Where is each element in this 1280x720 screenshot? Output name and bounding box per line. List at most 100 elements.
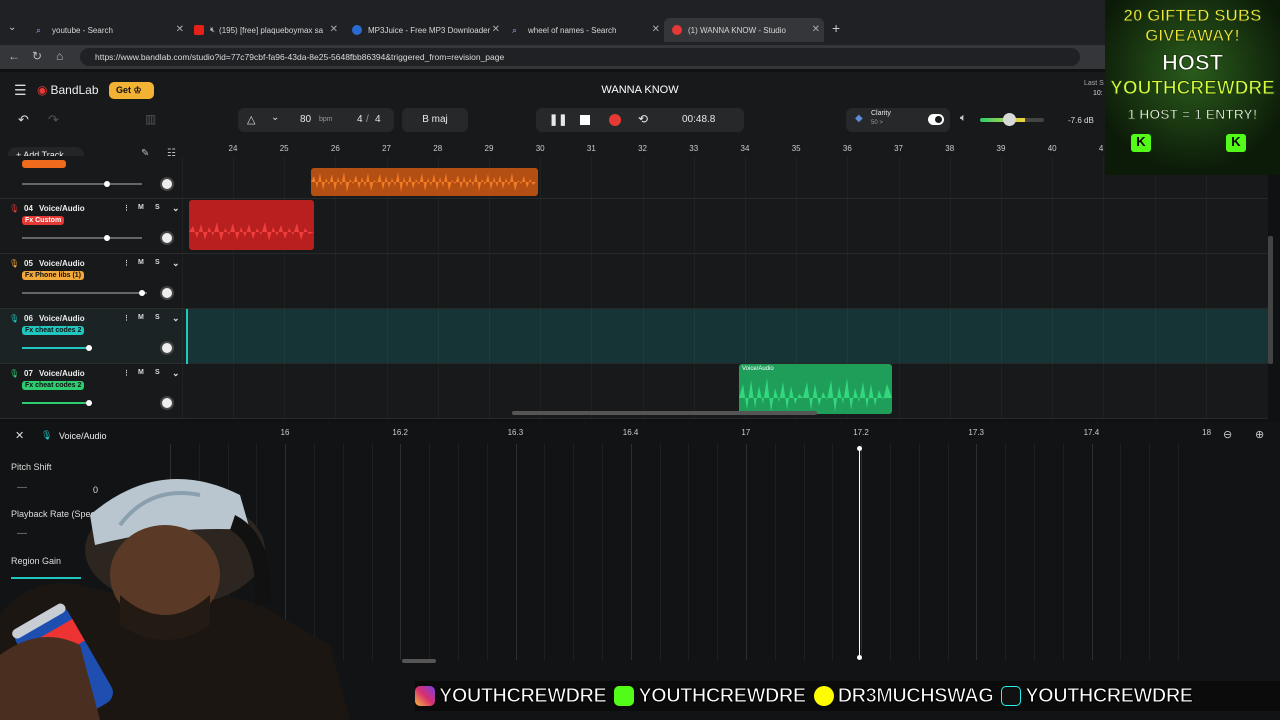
timeline-scrollbar[interactable]: [512, 411, 817, 415]
home-icon[interactable]: ⌂: [56, 49, 63, 63]
track-header-07[interactable]: 🎙︎ 07 Voice/Audio Fx cheat codes 2 ⋮ M S…: [0, 364, 188, 419]
fx-badge[interactable]: Fx Phone libs (1): [22, 271, 85, 280]
loop-icon[interactable]: ⟲: [638, 112, 648, 126]
vertical-scrollbar[interactable]: [1268, 236, 1273, 364]
metronome-icon[interactable]: △: [247, 113, 255, 126]
audio-region[interactable]: [189, 200, 314, 250]
tab-list-menu-icon[interactable]: ⌄: [8, 22, 16, 33]
bpm-value[interactable]: 80: [300, 114, 311, 125]
volume-fader[interactable]: [22, 347, 92, 349]
mute-button[interactable]: M: [138, 259, 144, 266]
key-button[interactable]: B maj: [402, 108, 468, 132]
fader-thumb[interactable]: [104, 235, 110, 241]
volume-fader[interactable]: [22, 183, 142, 185]
browser-tab-1[interactable]: ⌕ youtube - Search ✕: [28, 18, 188, 42]
playhead[interactable]: [859, 448, 860, 658]
playhead-bottom-marker[interactable]: [857, 655, 862, 660]
close-editor-icon[interactable]: ✕: [15, 429, 24, 442]
track-more-icon[interactable]: ⋮: [123, 314, 130, 322]
fx-badge[interactable]: Fx cheat codes 2: [22, 326, 85, 335]
clarity-label[interactable]: Clarity: [871, 110, 891, 117]
editor-ruler[interactable]: 16 16.2 16.3 16.4 17 17.2 17.3 17.4 18: [190, 424, 1220, 442]
back-icon[interactable]: ←: [8, 49, 20, 63]
editor-scrollbar[interactable]: [402, 659, 436, 663]
speaker-muted-icon[interactable]: 🔈︎: [960, 112, 967, 125]
reload-icon[interactable]: ↻: [32, 49, 42, 63]
mute-button[interactable]: M: [138, 369, 144, 376]
pause-icon[interactable]: ❚❚: [549, 113, 567, 126]
lane-gridline: [1103, 364, 1105, 418]
fx-badge-partial: [22, 160, 66, 168]
volume-fader[interactable]: [22, 237, 142, 239]
chevron-down-icon[interactable]: ⌄: [172, 368, 180, 379]
solo-button[interactable]: S: [155, 369, 160, 376]
track-more-icon[interactable]: ⋮: [123, 259, 130, 267]
close-tab-icon[interactable]: ✕: [812, 24, 820, 35]
redo-icon[interactable]: ↷: [48, 112, 59, 128]
audio-region[interactable]: Voice/Audio: [739, 364, 892, 414]
volume-fader[interactable]: [22, 402, 90, 404]
track-header-05[interactable]: 🎙︎ 05 Voice/Audio Fx Phone libs (1) ⋮ M …: [0, 254, 188, 309]
track-header-06[interactable]: 🎙︎ 06 Voice/Audio Fx cheat codes 2 ⋮ M S…: [0, 309, 188, 364]
muted-speaker-icon[interactable]: 🔇︎: [210, 25, 215, 35]
solo-button[interactable]: S: [155, 314, 160, 321]
chevron-down-icon[interactable]: ⌄: [172, 313, 180, 324]
track-type[interactable]: Voice/Audio: [39, 314, 85, 323]
fx-badge[interactable]: Fx Custom: [22, 216, 65, 225]
clarity-toggle[interactable]: [928, 114, 944, 125]
mixer-icon[interactable]: ▥: [145, 112, 156, 126]
browser-tab-3[interactable]: MP3Juice - Free MP3 Downloader ✕: [344, 18, 504, 42]
zoom-in-icon[interactable]: ⊕: [1255, 428, 1264, 441]
mute-button[interactable]: M: [138, 204, 144, 211]
pan-knob[interactable]: [160, 396, 174, 410]
close-tab-icon[interactable]: ✕: [652, 24, 660, 35]
master-volume-thumb[interactable]: [1003, 113, 1016, 126]
pan-knob[interactable]: [160, 177, 174, 191]
stop-icon[interactable]: [580, 115, 590, 125]
audio-region[interactable]: [311, 168, 538, 196]
lane-gridline: [1154, 199, 1156, 253]
chevron-down-icon[interactable]: ⌄: [172, 203, 180, 214]
pan-knob[interactable]: [160, 341, 174, 355]
record-icon[interactable]: [609, 114, 621, 126]
track-type[interactable]: Voice/Audio: [39, 204, 85, 213]
fx-badge[interactable]: Fx cheat codes 2: [22, 381, 85, 390]
metronome-dropdown-icon[interactable]: ⌄: [271, 112, 279, 123]
volume-fader[interactable]: [22, 292, 147, 294]
close-tab-icon[interactable]: ✕: [176, 24, 184, 35]
url-field[interactable]: https://www.bandlab.com/studio?id=77c79c…: [80, 48, 1080, 66]
pan-knob[interactable]: [160, 286, 174, 300]
track-type[interactable]: Voice/Audio: [39, 259, 85, 268]
close-tab-icon[interactable]: ✕: [330, 24, 338, 35]
new-tab-icon[interactable]: +: [832, 20, 840, 36]
undo-icon[interactable]: ↶: [18, 112, 29, 128]
playhead-top-marker[interactable]: [857, 446, 862, 451]
fader-thumb[interactable]: [139, 290, 145, 296]
track-lane-05[interactable]: [181, 254, 1268, 309]
browser-tab-2[interactable]: 🔇︎ (195) [free] plaqueboymax sa ✕: [186, 18, 342, 42]
chevron-down-icon[interactable]: ⌄: [172, 258, 180, 269]
track-lane-06[interactable]: [181, 309, 1268, 364]
fader-thumb[interactable]: [86, 345, 92, 351]
mute-button[interactable]: M: [138, 314, 144, 321]
solo-button[interactable]: S: [155, 259, 160, 266]
track-header-04[interactable]: 🎙︎ 04 Voice/Audio Fx Custom ⋮ M S ⌄: [0, 199, 188, 254]
track-more-icon[interactable]: ⋮: [123, 369, 130, 377]
track-type[interactable]: Voice/Audio: [39, 369, 85, 378]
tab-title: (195) [free] plaqueboymax sa: [219, 25, 324, 35]
browser-tab-4[interactable]: ⌕ wheel of names - Search ✕: [504, 18, 664, 42]
social-kick: YOUTHCREWDRE: [614, 684, 807, 708]
pan-knob[interactable]: [160, 231, 174, 245]
time-signature-denominator[interactable]: 4: [375, 114, 381, 125]
track-more-icon[interactable]: ⋮: [123, 204, 130, 212]
solo-button[interactable]: S: [155, 204, 160, 211]
track-lane-04[interactable]: [181, 199, 1268, 254]
timeline-ruler[interactable]: 24 25 26 27 28 29 30 31 32 33 34 35 36 37 38 39 40 4: [188, 142, 1108, 156]
fader-thumb[interactable]: [104, 181, 110, 187]
fader-thumb[interactable]: [86, 400, 92, 406]
time-signature-numerator[interactable]: 4: [357, 114, 363, 125]
browser-tab-5[interactable]: (1) WANNA KNOW - Studio ✕: [664, 18, 824, 42]
zoom-out-icon[interactable]: ⊖: [1223, 428, 1232, 441]
close-tab-icon[interactable]: ✕: [492, 24, 500, 35]
clarity-value[interactable]: 50 >: [871, 120, 883, 126]
